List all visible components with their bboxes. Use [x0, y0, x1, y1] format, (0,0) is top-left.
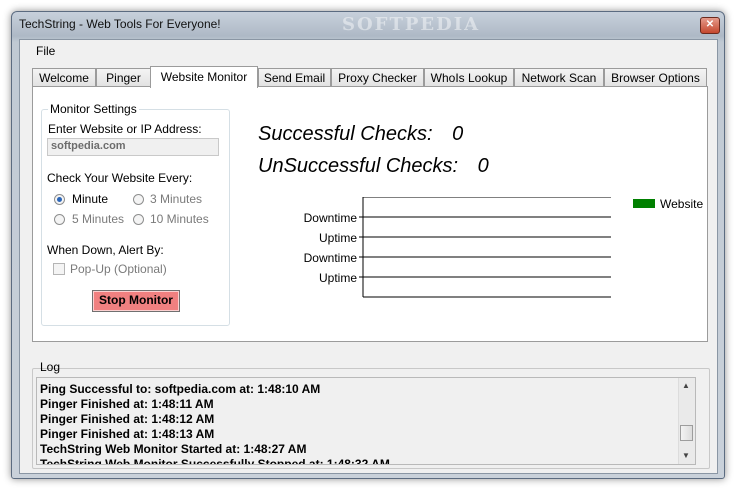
- successful-checks-value: 0: [452, 123, 464, 145]
- alert-label: When Down, Alert By:: [47, 243, 164, 257]
- log-scrollbar[interactable]: ▲ ▼: [678, 378, 695, 464]
- legend-label: Website: [660, 197, 703, 211]
- tab-whois-lookup[interactable]: WhoIs Lookup: [424, 68, 514, 86]
- y-tick-label: Downtime: [304, 251, 358, 265]
- close-button[interactable]: ✕: [700, 17, 720, 34]
- window-title: TechString - Web Tools For Everyone!: [19, 17, 221, 31]
- tab-proxy-checker[interactable]: Proxy Checker: [331, 68, 424, 86]
- address-input[interactable]: softpedia.com: [47, 138, 219, 156]
- uptime-chart: Downtime Uptime Downtime Uptime Website: [304, 197, 703, 298]
- scroll-up-icon[interactable]: ▲: [682, 381, 690, 390]
- tab-website-monitor[interactable]: Website Monitor: [150, 66, 258, 88]
- scroll-thumb[interactable]: [680, 425, 693, 441]
- y-tick-label: Downtime: [304, 211, 358, 225]
- unsuccessful-checks-label: UnSuccessful Checks:: [258, 155, 459, 177]
- interval-3min-radio[interactable]: [133, 194, 144, 205]
- close-icon: ✕: [705, 19, 715, 30]
- y-tick-label: Uptime: [319, 271, 357, 285]
- log-line: Pinger Finished at: 1:48:13 AM: [40, 427, 215, 441]
- website-monitor-panel: Monitor Settings Enter Website or IP Add…: [32, 86, 708, 342]
- y-tick-label: Uptime: [319, 231, 357, 245]
- client-area: File Welcome Pinger Website Monitor Send…: [19, 39, 718, 474]
- log-box[interactable]: Ping Successful to: softpedia.com at: 1:…: [36, 377, 696, 465]
- address-label: Enter Website or IP Address:: [48, 122, 202, 136]
- log-line: Ping Successful to: softpedia.com at: 1:…: [40, 382, 321, 396]
- scroll-down-icon[interactable]: ▼: [682, 451, 690, 460]
- stop-monitor-button[interactable]: Stop Monitor: [92, 290, 180, 312]
- tab-pinger[interactable]: Pinger: [96, 68, 151, 86]
- successful-checks-label: Successful Checks:: [258, 123, 433, 145]
- interval-minute-label: Minute: [72, 192, 109, 206]
- interval-10min-label: 10 Minutes: [150, 212, 209, 226]
- app-window: TechString - Web Tools For Everyone! SOF…: [11, 11, 725, 479]
- unsuccessful-checks-value: 0: [477, 155, 489, 177]
- log-line: TechString Web Monitor Successfully Stop…: [40, 457, 390, 465]
- popup-label: Pop-Up (Optional): [70, 262, 167, 276]
- interval-minute-radio[interactable]: [54, 194, 65, 205]
- tab-browser-options[interactable]: Browser Options: [604, 68, 707, 86]
- log-lines: Ping Successful to: softpedia.com at: 1:…: [40, 382, 390, 465]
- log-line: TechString Web Monitor Started at: 1:48:…: [40, 442, 307, 456]
- watermark: SOFTPEDIA: [342, 14, 481, 35]
- interval-5min-label: 5 Minutes: [72, 212, 125, 226]
- legend-swatch: [633, 199, 655, 208]
- menu-bar: File: [20, 40, 717, 62]
- interval-5min-radio[interactable]: [54, 214, 65, 225]
- log-line: Pinger Finished at: 1:48:12 AM: [40, 412, 215, 426]
- popup-checkbox[interactable]: [53, 263, 65, 275]
- tab-network-scan[interactable]: Network Scan: [514, 68, 604, 86]
- monitor-settings-group: Monitor Settings Enter Website or IP Add…: [41, 102, 230, 326]
- interval-10min-radio[interactable]: [133, 214, 144, 225]
- log-title: Log: [40, 360, 61, 374]
- menu-file[interactable]: File: [36, 44, 55, 58]
- successful-checks: Successful Checks: 0: [258, 123, 463, 146]
- unsuccessful-checks: UnSuccessful Checks: 0: [258, 155, 489, 178]
- chart-plot-area: Downtime Uptime Downtime Uptime: [304, 197, 611, 298]
- log-line: Pinger Finished at: 1:48:11 AM: [40, 397, 214, 411]
- tab-welcome[interactable]: Welcome: [32, 68, 96, 86]
- monitor-settings-title: Monitor Settings: [48, 102, 139, 116]
- interval-3min-label: 3 Minutes: [150, 192, 203, 206]
- tab-send-email[interactable]: Send Email: [258, 68, 331, 86]
- title-bar[interactable]: TechString - Web Tools For Everyone! SOF…: [12, 12, 724, 38]
- check-interval-label: Check Your Website Every:: [47, 171, 193, 185]
